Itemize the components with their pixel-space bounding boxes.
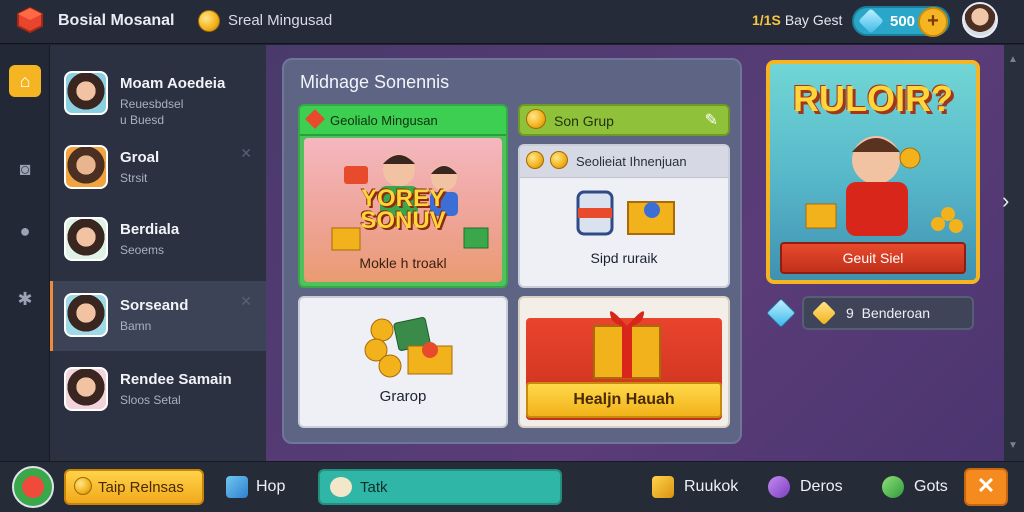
featured-banner[interactable]: RULOIR? Geuit Siel [766,60,980,284]
reward-pill-label: 9 Benderoan [846,305,930,321]
reward-card-caption: Sipd ruraik [590,250,658,266]
bonus-badge-text: Bay Gest [784,12,843,28]
contact-name: Moam Aoedeia [120,75,226,92]
top-bar: Bosial Mosanal Sreal Mingusad 1/1S Bay Ge… [0,0,1024,44]
talk-label: Tatk [360,479,388,496]
gem-icon [858,8,884,34]
promo-card[interactable]: Geolialo Mingusan YOREY SONUV Mokle h tr… [298,104,508,288]
gem-count: 500 [890,13,916,30]
scrollbar[interactable] [1004,45,1024,461]
header-subtitle: Sreal Mingusad [228,12,333,29]
promo-card-title: Geolialo Mingusan [330,113,438,128]
scroll-up-icon[interactable]: ▲ [1008,54,1018,65]
gift-box-icon [593,311,661,379]
close-icon[interactable]: ✕ [240,293,252,310]
gem-balance[interactable]: 500 + [852,6,950,37]
promo-caption: Mokle h troakl [359,255,447,271]
chat-icon [768,476,790,498]
game-avatar[interactable] [12,466,54,508]
gift-card[interactable]: Healjn Hauah [518,296,730,428]
chat-bubble-icon [330,477,352,497]
coin-pile-icon [364,317,453,378]
profile-avatar[interactable] [962,2,998,38]
contact-item-selected[interactable]: Sorseand Bamn ✕ [50,281,266,351]
icon-rail: ⌂ ◙ ● ✱ [0,45,50,461]
jar-and-box-icon [576,190,675,236]
coins-card-caption: Grarop [379,388,427,405]
avatar [64,217,108,261]
scroll-down-icon[interactable]: ▼ [1008,440,1018,451]
reward-pill-prefix: 9 [846,305,854,321]
home-icon[interactable]: ⌂ [9,65,41,97]
contact-item[interactable]: Rendee Samain Sloos Setal [50,355,266,425]
coin-icon [526,109,546,129]
group-button[interactable]: Son Grup ✎ [518,104,730,136]
hop-button[interactable]: Hop [256,478,285,496]
coin-icon [198,10,220,32]
gift-card-ribbon: Healjn Hauah [526,382,722,418]
featured-title: RULOIR? [793,78,953,119]
bonus-badge-prefix: 1/1S [752,12,781,28]
coin-icon [526,151,544,169]
deros-button[interactable]: Deros [800,478,843,496]
contacts-list: Moam Aoedeia Reuesbdsel u Buesd Groal St… [50,45,266,461]
camera-icon[interactable]: ◙ [9,153,41,185]
contact-name: Groal [120,149,160,166]
panel-title: Midnage Sonennis [300,72,450,92]
close-button[interactable]: ✕ [964,468,1008,506]
add-gems-button[interactable]: + [918,7,948,37]
coin-icon [550,151,568,169]
group-button-label: Son Grup [554,113,614,129]
promo-art: YOREY SONUV Mokle h troakl [304,138,502,282]
content-panel: Midnage Sonennis Geolialo Mingusan YOREY… [282,58,742,444]
contact-status: Seoems [120,243,165,257]
leaf-chat-icon [882,476,904,498]
avatar [64,71,108,115]
contact-status-secondary: u Buesd [120,113,165,127]
avatar [64,293,108,337]
contact-status: Sloos Setal [120,393,181,407]
reward-card[interactable]: Seolieiat Ihnenjuan Sipd ruraik [518,144,730,288]
talk-button[interactable]: Tatk [318,469,562,505]
gots-button[interactable]: Gots [914,478,948,496]
contact-status: Reuesbdsel [120,97,184,111]
reward-card-header: Seolieiat Ihnenjuan [520,146,728,178]
avatar [64,367,108,411]
runkok-button[interactable]: Ruukok [684,478,738,496]
primary-action-label: Taip Relnsas [98,479,184,496]
reward-pill[interactable]: 9 Benderoan [802,296,974,330]
app-logo-icon [17,6,43,34]
close-icon[interactable]: ✕ [240,145,252,162]
contact-status: Strsit [120,171,148,185]
app-title: Bosial Mosanal [58,12,175,29]
wrench-icon: ✎ [704,112,718,129]
reward-card-title: Seolieiat Ihnenjuan [576,154,687,169]
box-icon [652,476,674,498]
reward-pill-text: Benderoan [861,305,931,321]
primary-action-button[interactable]: Taip Relnsas [64,469,204,505]
gold-gem-icon [811,300,837,326]
bottom-bar: Taip Relnsas Hop Tatk Ruukok Deros Gots … [0,461,1024,512]
contact-status: Bamn [120,319,152,333]
promo-headline: YOREY SONUV [360,185,446,234]
promo-card-header: Geolialo Mingusan [300,106,506,136]
contact-item[interactable]: Groal Strsit ✕ [50,133,266,203]
contact-item[interactable]: Berdiala Seoems [50,205,266,275]
settings-icon[interactable]: ✱ [9,283,41,315]
gamepad-icon[interactable]: ● [9,215,41,247]
bonus-badge[interactable]: 1/1S Bay Gest [752,12,842,28]
contact-name: Sorseand [120,297,189,314]
contact-item[interactable]: Moam Aoedeia Reuesbdsel u Buesd [50,59,266,129]
avatar [64,145,108,189]
coin-icon [74,477,92,495]
chevron-right-icon[interactable]: › [1002,188,1009,214]
contact-name: Rendee Samain [120,371,232,388]
coins-card[interactable]: Grarop [298,296,508,428]
hop-icon [226,476,248,498]
featured-button[interactable]: Geuit Siel [780,242,966,274]
contact-name: Berdiala [120,221,180,238]
